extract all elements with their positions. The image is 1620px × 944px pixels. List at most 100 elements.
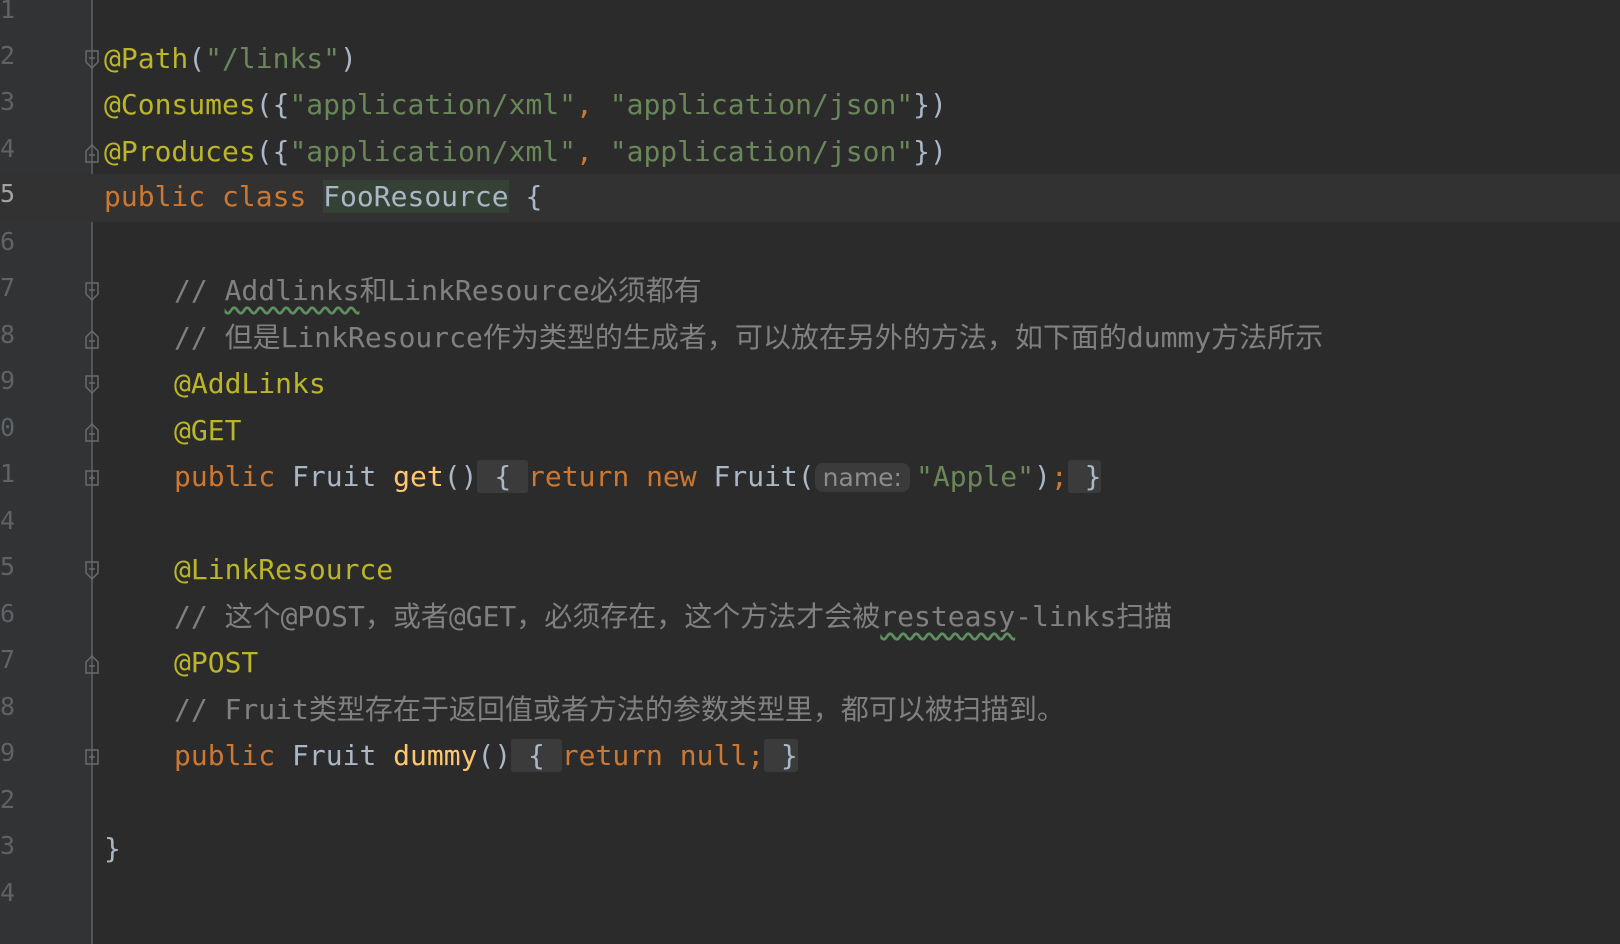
code-line[interactable]: 4 bbox=[0, 501, 1620, 549]
keyword: public bbox=[174, 460, 276, 493]
parameter-hint: name: bbox=[814, 463, 910, 492]
code-line[interactable]: 7 @POST bbox=[0, 640, 1620, 688]
comment-text: 和LinkResource必须都有 bbox=[359, 274, 702, 307]
keyword: new bbox=[646, 460, 697, 493]
line-number: 2 bbox=[0, 41, 16, 70]
code-text: public Fruit get() { return new Fruit(na… bbox=[174, 459, 1102, 496]
method-name: get bbox=[393, 460, 444, 493]
punctuation: ({ bbox=[255, 135, 290, 168]
typo-word: resteasy bbox=[880, 600, 1016, 633]
punctuation: ({ bbox=[255, 88, 290, 121]
folded-brace[interactable]: { bbox=[477, 460, 529, 493]
method-name: dummy bbox=[393, 739, 478, 772]
current-code-line[interactable]: 5 public class FooResource { bbox=[0, 174, 1620, 222]
keyword: return bbox=[561, 739, 663, 772]
closing-brace: } bbox=[104, 832, 121, 865]
fold-open-icon[interactable] bbox=[84, 561, 100, 581]
fold-close-icon[interactable] bbox=[84, 654, 100, 674]
code-line[interactable]: 8 // Fruit类型存在于返回值或者方法的参数类型里，都可以被扫描到。 bbox=[0, 687, 1620, 735]
comment: // 但是LinkResource作为类型的生成者，可以放在另外的方法，如下面的… bbox=[174, 321, 1324, 354]
folded-brace[interactable]: { bbox=[511, 739, 562, 772]
fold-close-icon[interactable] bbox=[84, 422, 100, 442]
typo-word: Addlinks bbox=[224, 274, 360, 307]
string-literal: "application/json" bbox=[609, 88, 914, 121]
code-text: @Produces({"application/xml", "applicati… bbox=[104, 134, 947, 170]
punctuation: ; bbox=[1050, 460, 1068, 493]
comment: // Fruit类型存在于返回值或者方法的参数类型里，都可以被扫描到。 bbox=[174, 693, 1065, 726]
punctuation: }) bbox=[913, 88, 947, 121]
type-name: Fruit bbox=[292, 460, 377, 493]
fold-open-icon[interactable] bbox=[84, 375, 100, 395]
line-number: 0 bbox=[0, 413, 16, 442]
line-number: 4 bbox=[0, 506, 16, 535]
punctuation: , bbox=[576, 88, 610, 121]
code-line[interactable]: 2 @Path("/links") bbox=[0, 36, 1620, 84]
comment-text: // bbox=[174, 274, 225, 307]
punctuation: ( bbox=[188, 42, 206, 75]
constructor-call: Fruit( bbox=[713, 460, 815, 493]
code-line[interactable]: 8 // 但是LinkResource作为类型的生成者，可以放在另外的方法，如下… bbox=[0, 315, 1620, 363]
fold-expand-icon[interactable] bbox=[84, 468, 100, 488]
punctuation: ) bbox=[1034, 460, 1051, 493]
code-line[interactable]: 4 bbox=[0, 873, 1620, 921]
code-line[interactable]: 9 @AddLinks bbox=[0, 361, 1620, 409]
fold-open-icon[interactable] bbox=[84, 282, 100, 302]
annotation: @LinkResource bbox=[174, 553, 394, 586]
comment: // Addlinks和LinkResource必须都有 bbox=[174, 273, 702, 309]
line-number: 1 bbox=[0, 0, 16, 24]
punctuation: ; bbox=[747, 739, 765, 772]
code-line[interactable]: 0 @GET bbox=[0, 408, 1620, 456]
line-number: 8 bbox=[0, 692, 16, 721]
code-line[interactable]: 5 @LinkResource bbox=[0, 547, 1620, 595]
line-number: 1 bbox=[0, 459, 16, 488]
keyword: public bbox=[104, 180, 206, 213]
string-literal: "application/xml" bbox=[289, 88, 577, 121]
code-text: public class FooResource { bbox=[104, 179, 542, 215]
folded-brace[interactable]: } bbox=[1067, 460, 1102, 493]
string-literal: "/links" bbox=[205, 42, 341, 75]
line-number: 9 bbox=[0, 366, 16, 395]
code-line[interactable]: 9 public Fruit dummy() { return null; } bbox=[0, 733, 1620, 781]
code-text: @Path("/links") bbox=[104, 41, 357, 77]
comment-text: // 这个@POST，或者@GET，必须存在，这个方法才会被 bbox=[174, 600, 881, 633]
annotation: @Path bbox=[104, 42, 189, 75]
fold-close-icon[interactable] bbox=[84, 329, 100, 349]
line-number: 6 bbox=[0, 599, 16, 628]
code-text: public Fruit dummy() { return null; } bbox=[174, 738, 798, 774]
code-line[interactable]: 2 bbox=[0, 780, 1620, 828]
punctuation: ) bbox=[340, 42, 357, 75]
punctuation: () bbox=[443, 460, 478, 493]
code-line[interactable]: 1 bbox=[0, 0, 1620, 38]
punctuation: }) bbox=[913, 135, 947, 168]
folded-brace[interactable]: } bbox=[764, 739, 798, 772]
annotation: @POST bbox=[174, 646, 259, 679]
line-number: 2 bbox=[0, 785, 16, 814]
punctuation: , bbox=[576, 135, 610, 168]
keyword: public bbox=[174, 739, 276, 772]
keyword: class bbox=[222, 180, 307, 213]
code-line[interactable]: 4 @Produces({"application/xml", "applica… bbox=[0, 129, 1620, 177]
comment-text: -links扫描 bbox=[1015, 600, 1173, 633]
code-line[interactable]: 7 // Addlinks和LinkResource必须都有 bbox=[0, 268, 1620, 316]
annotation: @Consumes bbox=[104, 88, 256, 121]
code-line[interactable]: 1 public Fruit get() { return new Fruit(… bbox=[0, 454, 1620, 502]
keyword: null bbox=[679, 739, 748, 772]
code-editor[interactable]: 1 2 @Path("/links") 3 @Consumes({"applic… bbox=[0, 0, 1620, 944]
string-literal: "Apple" bbox=[915, 460, 1034, 493]
code-line[interactable]: 3 } bbox=[0, 826, 1620, 874]
line-number: 8 bbox=[0, 320, 16, 349]
fold-open-icon[interactable] bbox=[84, 50, 100, 70]
line-number: 6 bbox=[0, 227, 16, 256]
code-line[interactable]: 6 // 这个@POST，或者@GET，必须存在，这个方法才会被resteasy… bbox=[0, 594, 1620, 642]
line-number: 5 bbox=[0, 179, 16, 208]
class-name: FooResource bbox=[323, 180, 509, 213]
fold-close-icon[interactable] bbox=[84, 143, 100, 163]
code-line[interactable]: 6 bbox=[0, 222, 1620, 270]
annotation: @GET bbox=[174, 414, 242, 447]
comment: // 这个@POST，或者@GET，必须存在，这个方法才会被resteasy-l… bbox=[174, 599, 1172, 635]
string-literal: "application/json" bbox=[609, 135, 914, 168]
code-line[interactable]: 3 @Consumes({"application/xml", "applica… bbox=[0, 82, 1620, 130]
annotation: @Produces bbox=[104, 135, 256, 168]
fold-expand-icon[interactable] bbox=[84, 747, 100, 767]
line-number: 3 bbox=[0, 87, 16, 116]
